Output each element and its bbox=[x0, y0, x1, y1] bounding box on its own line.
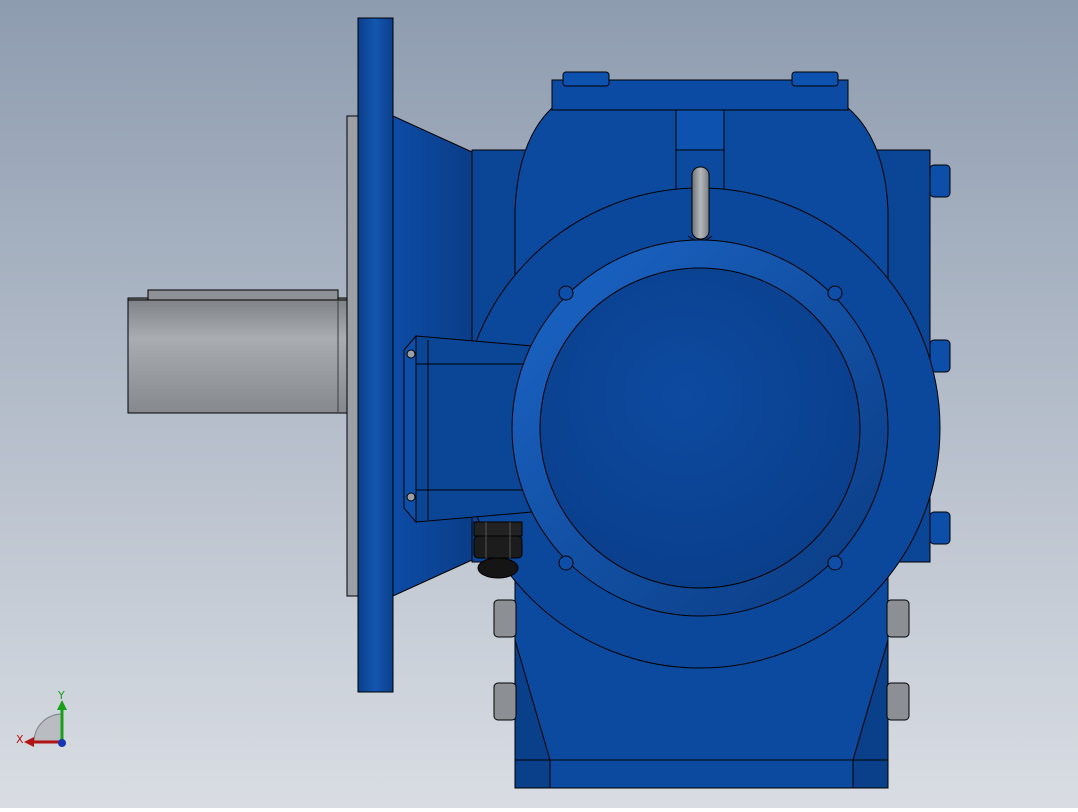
x-axis-label: X bbox=[16, 733, 24, 746]
output-shaft[interactable] bbox=[127, 289, 351, 414]
end-cover-cap[interactable] bbox=[539, 267, 861, 589]
lifting-eye[interactable] bbox=[687, 166, 713, 242]
cover-bolt-right bbox=[791, 71, 839, 87]
triad-plane-icon bbox=[33, 713, 63, 743]
cable-gland bbox=[473, 521, 523, 579]
screw-upper bbox=[406, 349, 416, 359]
cover-bolt-left bbox=[562, 71, 610, 87]
orientation-triad[interactable]: Y X bbox=[14, 688, 74, 752]
cad-viewport[interactable] bbox=[0, 0, 1078, 808]
y-axis-label: Y bbox=[57, 689, 65, 702]
z-axis-dot bbox=[58, 739, 66, 747]
mounting-flange[interactable] bbox=[357, 17, 394, 693]
stud-bolt-3 bbox=[929, 511, 951, 545]
x-axis-head bbox=[24, 737, 34, 747]
stud-bolt-1 bbox=[929, 164, 951, 198]
gearbox-model bbox=[0, 0, 1078, 808]
screw-lower bbox=[406, 492, 416, 502]
shaft-key bbox=[147, 289, 339, 301]
stud-bolt-2 bbox=[929, 339, 951, 373]
